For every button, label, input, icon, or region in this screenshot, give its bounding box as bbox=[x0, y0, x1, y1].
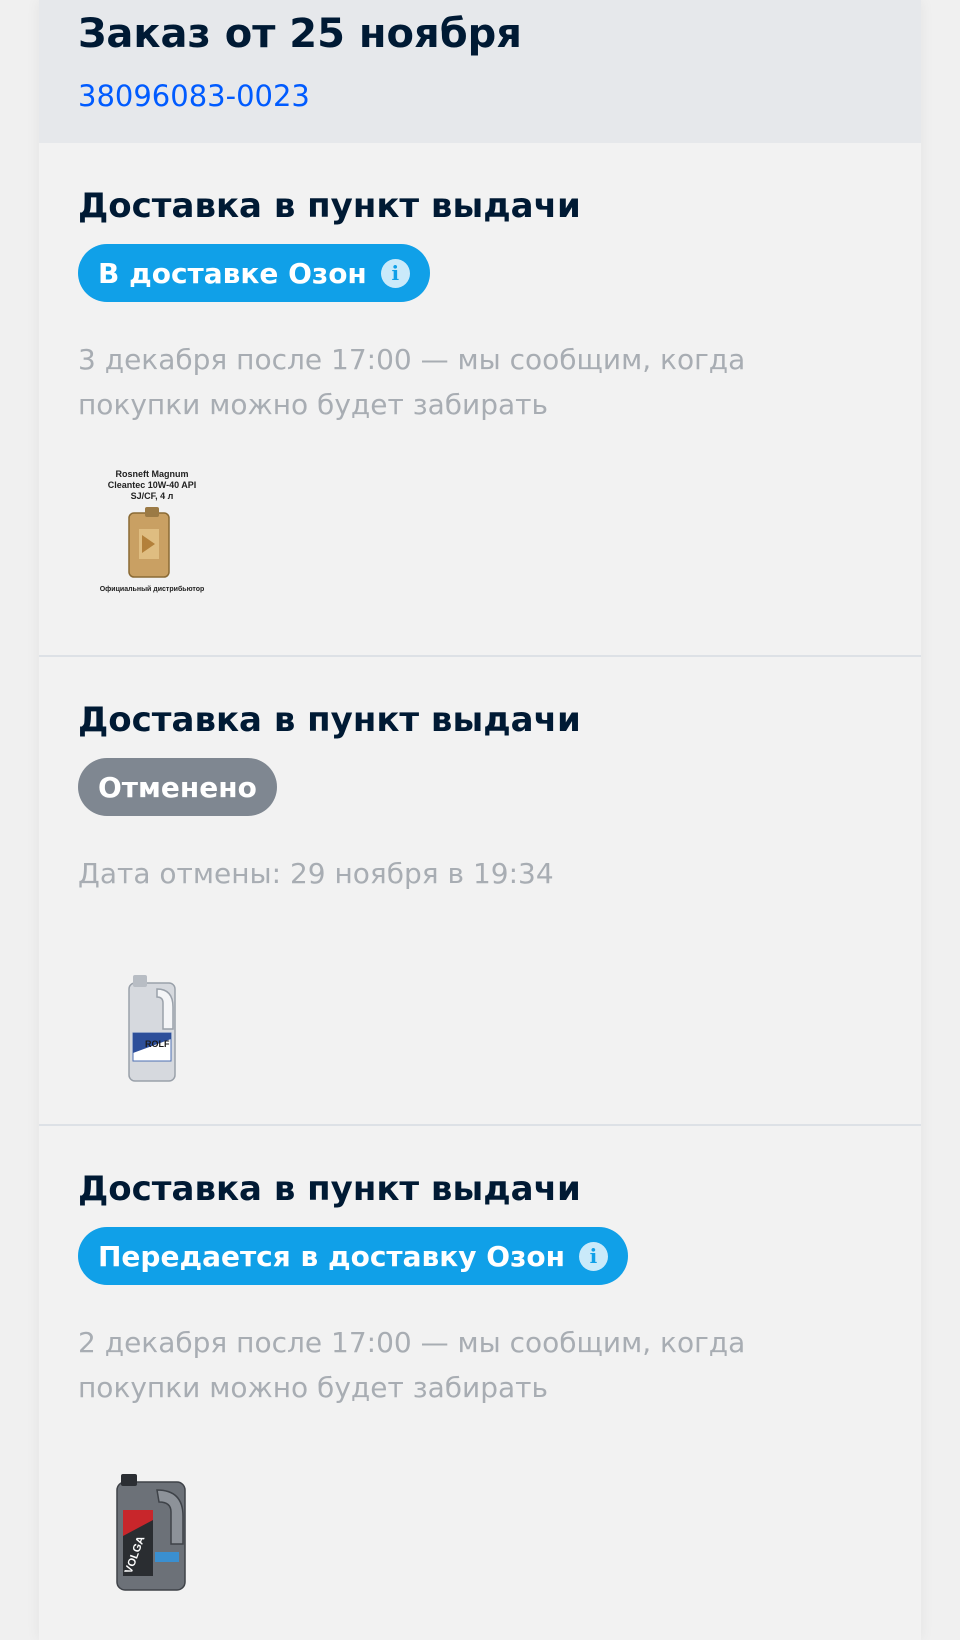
shipment-section: Доставка в пункт выдачи Отменено Дата от… bbox=[39, 657, 921, 1126]
status-badge[interactable]: Передается в доставку Озон i bbox=[78, 1227, 628, 1285]
shipment-section: Доставка в пункт выдачи В доставке Озон … bbox=[39, 143, 921, 657]
product-thumbnail[interactable]: Rosneft Magnum Cleantec 10W-40 API SJ/CF… bbox=[87, 467, 217, 597]
product-thumbnail[interactable]: VOLGA bbox=[87, 1466, 217, 1596]
cancellation-date: Дата отмены: 29 ноября в 19:34 bbox=[78, 857, 554, 890]
product-brand-text: ROLF bbox=[145, 1039, 170, 1049]
product-caption-bottom: Официальный дистрибьютор bbox=[100, 585, 205, 593]
status-badge[interactable]: В доставке Озон i bbox=[78, 244, 430, 302]
order-header: Заказ от 25 ноября 38096083-0023 bbox=[39, 0, 921, 143]
shipment-title: Доставка в пункт выдачи bbox=[78, 700, 581, 740]
status-label: Отменено bbox=[98, 770, 257, 804]
oil-canister-silver-icon: ROLF bbox=[128, 975, 176, 1082]
shipment-title: Доставка в пункт выдачи bbox=[78, 186, 581, 226]
order-number-link[interactable]: 38096083-0023 bbox=[78, 76, 310, 116]
status-label: Передается в доставку Озон bbox=[98, 1239, 565, 1273]
shipment-title: Доставка в пункт выдачи bbox=[78, 1169, 581, 1209]
delivery-estimate: 3 декабря после 17:00 — мы сообщим, когд… bbox=[78, 343, 746, 421]
status-badge[interactable]: Отменено bbox=[78, 758, 277, 816]
info-icon[interactable]: i bbox=[380, 258, 410, 288]
product-caption-line: Rosneft Magnum bbox=[116, 469, 189, 479]
info-icon[interactable]: i bbox=[578, 1241, 608, 1271]
oil-canister-gray-icon: VOLGA bbox=[116, 1474, 186, 1591]
oil-canister-gold-icon: Rosneft Magnum Cleantec 10W-40 API SJ/CF… bbox=[100, 469, 205, 593]
delivery-estimate: 2 декабря после 17:00 — мы сообщим, когд… bbox=[78, 1326, 746, 1404]
product-caption-line: SJ/CF, 4 л bbox=[131, 491, 174, 501]
order-title: Заказ от 25 ноября bbox=[78, 11, 522, 57]
page: Заказ от 25 ноября 38096083-0023 Доставк… bbox=[0, 0, 960, 1640]
product-thumbnail[interactable]: ROLF bbox=[87, 963, 217, 1093]
status-label: В доставке Озон bbox=[98, 256, 367, 290]
product-caption-line: Cleantec 10W-40 API bbox=[108, 480, 197, 490]
shipment-section: Доставка в пункт выдачи Передается в дос… bbox=[39, 1126, 921, 1640]
order-card: Заказ от 25 ноября 38096083-0023 Доставк… bbox=[39, 0, 921, 1640]
